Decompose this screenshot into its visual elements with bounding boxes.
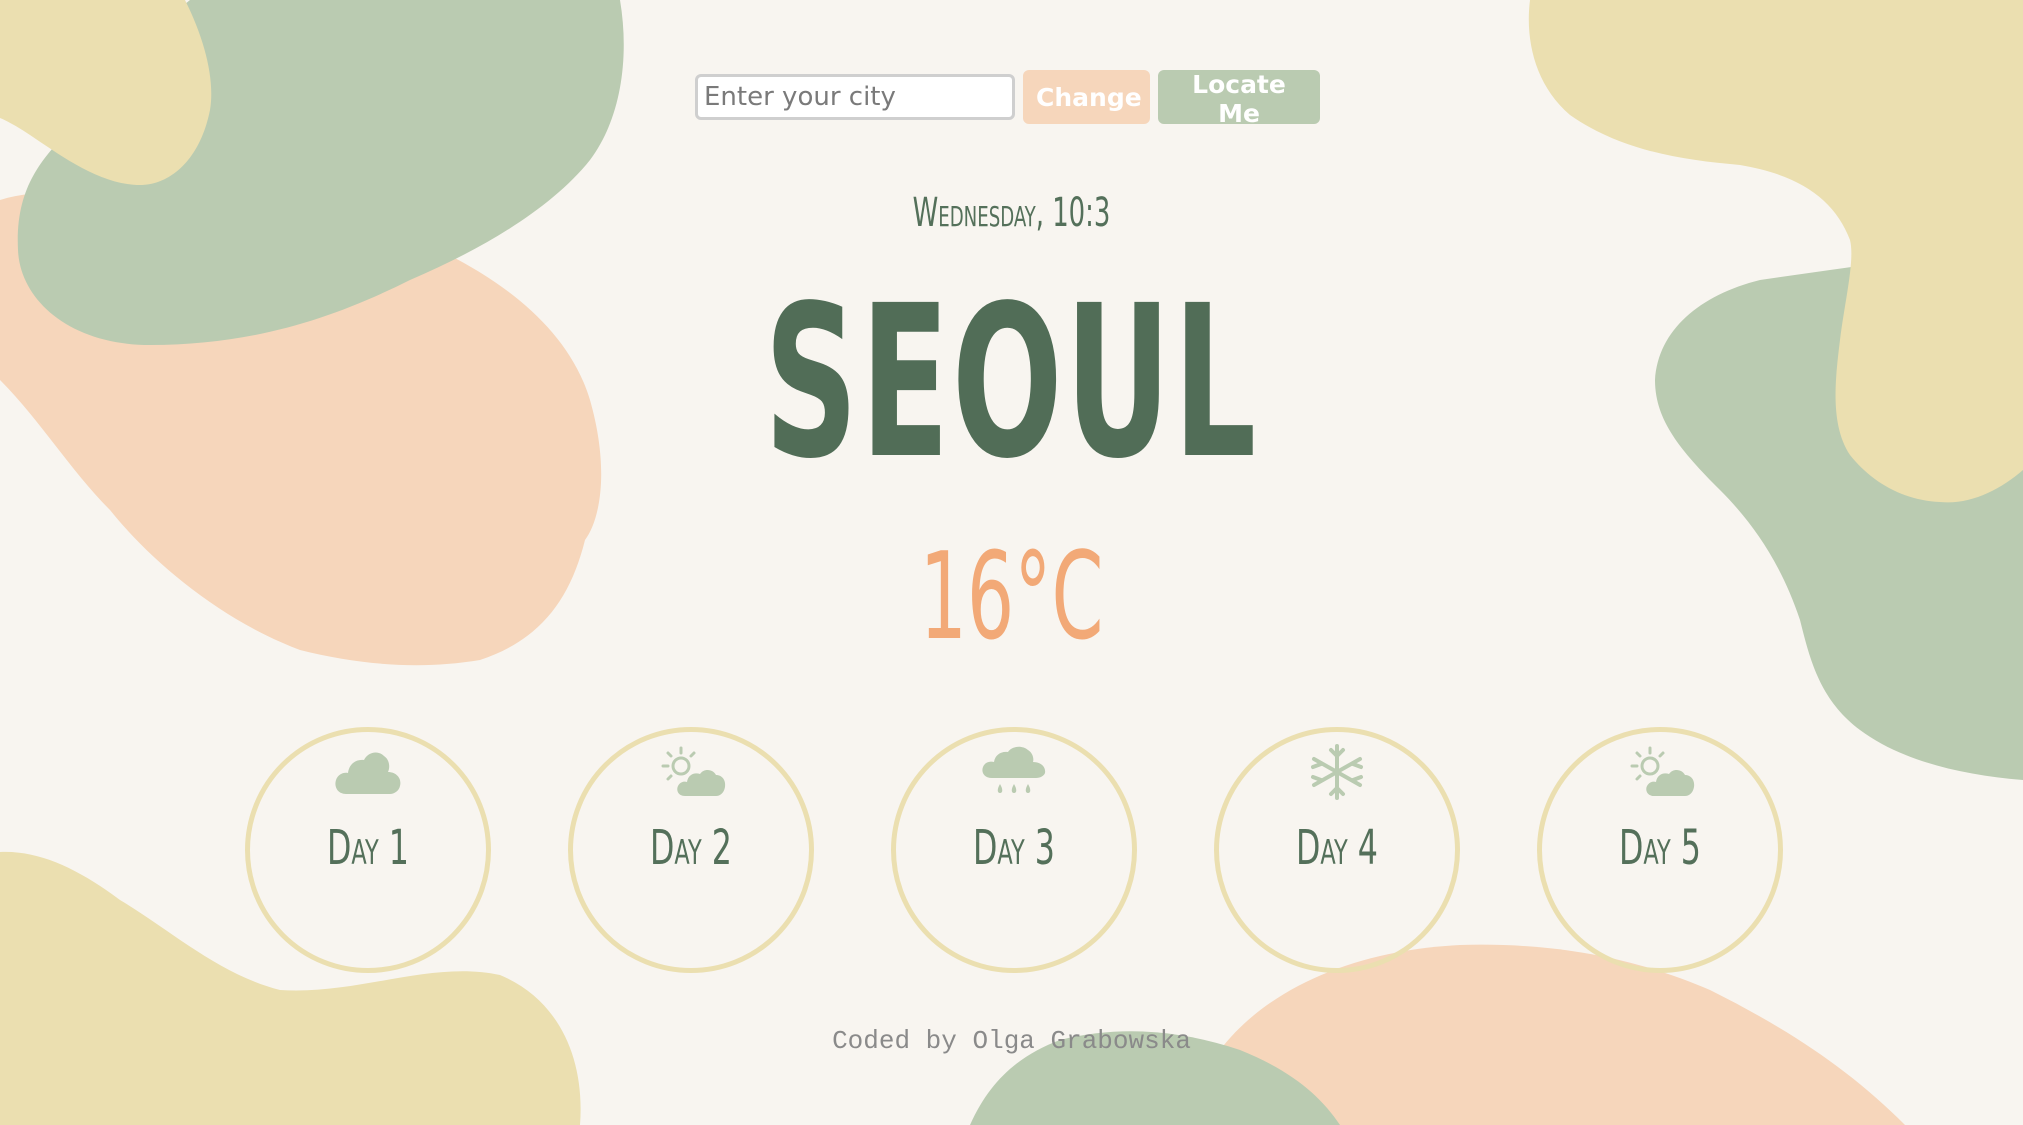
forecast-day-4: Day 4 — [1214, 727, 1460, 973]
locate-me-button[interactable]: Locate Me — [1158, 70, 1320, 128]
forecast-day-1: Day 1 — [245, 727, 491, 973]
forecast-day-label: Day 5 — [1619, 820, 1701, 876]
change-city-button[interactable]: Change — [1023, 70, 1150, 124]
forecast-day-5: Day 5 — [1537, 727, 1783, 973]
partly-sunny-icon — [1630, 746, 1695, 796]
partly-sunny-icon — [661, 746, 726, 796]
forecast-day-label: Day 1 — [327, 820, 409, 876]
cloud-icon — [335, 752, 401, 794]
city-search-input[interactable] — [695, 74, 1015, 120]
city-name: Seoul — [764, 260, 1259, 505]
forecast-day-label: Day 2 — [650, 820, 732, 876]
forecast-list: Day 1 Day 2 Day 3 Day 4 Day 5 — [245, 727, 1785, 973]
current-date-time: Wednesday, 10:3 — [912, 190, 1111, 236]
rain-cloud-icon — [982, 746, 1046, 793]
footer-credit: Coded by Olga Grabowska — [832, 1026, 1191, 1056]
forecast-day-2: Day 2 — [568, 727, 814, 973]
blob-sand-top-left — [0, 0, 212, 185]
forecast-day-3: Day 3 — [891, 727, 1137, 973]
current-temperature: 16°C — [919, 528, 1104, 667]
snowflake-icon — [1311, 744, 1363, 800]
search-bar: Change Locate Me — [695, 70, 1320, 128]
forecast-day-label: Day 3 — [973, 820, 1055, 876]
forecast-day-label: Day 4 — [1296, 820, 1378, 876]
weather-app: Change Locate Me Wednesday, 10:3 Seoul 1… — [0, 0, 2023, 1125]
